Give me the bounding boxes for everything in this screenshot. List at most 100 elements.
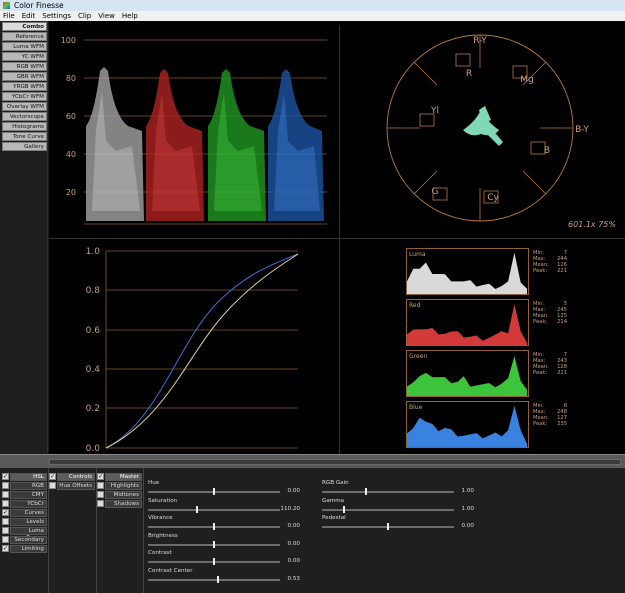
tonal-range-row: Highlights xyxy=(97,481,142,490)
slider-track[interactable] xyxy=(148,508,280,511)
scope-button-overlay-wfm[interactable]: Overlay WFM xyxy=(2,102,47,111)
stat-peak: Peak: 214 xyxy=(533,319,567,325)
correction-type-row: Secondary xyxy=(2,535,47,544)
list-separator xyxy=(143,468,144,593)
param-label: Gamma xyxy=(322,497,345,504)
tonal-range-button[interactable]: Master xyxy=(105,472,142,481)
control-mode-checkbox[interactable] xyxy=(49,482,56,489)
tone-curve-scope: 1.0 0.8 0.6 0.4 0.2 0.0 xyxy=(86,247,299,454)
correction-type-checkbox[interactable] xyxy=(2,518,9,525)
scope-button-rgb-wfm[interactable]: RGB WFM xyxy=(2,62,47,71)
scope-button-tone-curve[interactable]: Tone Curve xyxy=(2,132,47,141)
tonal-range-checkbox[interactable] xyxy=(97,491,104,498)
vectorscope-label-b: B xyxy=(544,146,550,156)
scope-divider-horizontal xyxy=(49,238,625,239)
slider-track[interactable] xyxy=(148,578,280,581)
slider-thumb[interactable] xyxy=(216,575,219,583)
scope-button-ycbcr-wfm[interactable]: YCbCr WFM xyxy=(2,92,47,101)
correction-type-row: RGB xyxy=(2,481,47,490)
param-value: 0.53 xyxy=(287,575,300,582)
splitter-scroll-track[interactable] xyxy=(49,459,621,465)
stat-label: Peak: xyxy=(533,370,548,376)
scope-button-histograms[interactable]: Histograms xyxy=(2,122,47,131)
slider-thumb[interactable] xyxy=(213,540,215,548)
scope-button-combo[interactable]: Combo xyxy=(2,22,47,31)
correction-type-button[interactable]: Levels xyxy=(10,517,47,526)
control-mode-list: ✓ Controls Hue Offsets xyxy=(49,472,95,490)
slider-track[interactable] xyxy=(322,491,454,493)
correction-type-row: Levels xyxy=(2,517,47,526)
tonal-range-checkbox[interactable] xyxy=(97,482,104,489)
correction-type-checkbox[interactable] xyxy=(2,500,9,507)
menu-file[interactable]: File xyxy=(3,11,15,21)
param-label: RGB Gain xyxy=(322,480,349,486)
correction-type-button[interactable]: Luma Range xyxy=(10,526,47,541)
scope-button-luma-wfm[interactable]: Luma WFM xyxy=(2,42,47,51)
histogram-stats: Min: 7 Max: 243 Mean: 128 Peak: 221 xyxy=(533,352,567,376)
correction-type-checkbox[interactable]: ✓ xyxy=(2,473,9,480)
slider-thumb[interactable] xyxy=(343,505,346,513)
param-vibrance: Vibrance 0.00 xyxy=(146,515,316,532)
vectorscope-label-yl: Yl xyxy=(430,106,439,116)
correction-type-checkbox[interactable]: ✓ xyxy=(2,509,9,516)
histogram-label: Green xyxy=(409,353,427,360)
correction-type-button[interactable]: Secondary xyxy=(10,535,47,544)
histogram-label: Red xyxy=(409,302,421,309)
menu-clip[interactable]: Clip xyxy=(78,11,91,21)
tonal-range-checkbox[interactable]: ✓ xyxy=(97,473,104,480)
stat-value: 214 xyxy=(557,319,567,325)
scope-button-gbr-wfm[interactable]: GBR WFM xyxy=(2,72,47,81)
slider-thumb[interactable] xyxy=(387,523,389,530)
correction-type-checkbox[interactable] xyxy=(2,491,9,498)
slider-thumb[interactable] xyxy=(213,488,215,495)
menu-edit[interactable]: Edit xyxy=(22,11,36,21)
correction-type-checkbox[interactable] xyxy=(2,536,9,543)
param-value: 0.00 xyxy=(461,523,474,529)
control-mode-checkbox[interactable]: ✓ xyxy=(49,473,56,480)
tonal-range-list: ✓ Master Highlights Midtones Shadows xyxy=(97,472,142,508)
control-mode-button[interactable]: Hue Offsets xyxy=(57,481,95,490)
panel-splitter[interactable] xyxy=(0,454,625,468)
vectorscope-label-r: R xyxy=(466,69,472,79)
slider-thumb[interactable] xyxy=(195,505,198,513)
tone-curve-master xyxy=(105,253,299,449)
slider-thumb[interactable] xyxy=(213,523,215,530)
menu-help[interactable]: Help xyxy=(122,11,138,21)
menu-view[interactable]: View xyxy=(98,11,115,21)
control-mode-button[interactable]: Controls xyxy=(57,472,95,481)
tonal-range-button[interactable]: Highlights xyxy=(105,481,142,490)
tonal-range-checkbox[interactable] xyxy=(97,500,104,507)
tone-curve-tick-0-2: 0.2 xyxy=(86,404,100,414)
param-value: 0.00 xyxy=(287,558,300,564)
vectorscope-label-cy: Cy xyxy=(487,193,499,203)
slider-thumb[interactable] xyxy=(364,488,367,495)
list-separator xyxy=(48,468,49,593)
scope-button-vectorscope[interactable]: Vectorscope xyxy=(2,112,47,121)
correction-type-checkbox[interactable] xyxy=(2,527,9,534)
slider-thumb[interactable] xyxy=(213,558,215,565)
scope-button-reference[interactable]: Reference xyxy=(2,32,47,41)
correction-type-button[interactable]: RGB xyxy=(10,481,47,490)
correction-type-button[interactable]: Limiting xyxy=(10,544,47,553)
correction-type-button[interactable]: CMY xyxy=(10,490,47,499)
correction-type-button[interactable]: HSL xyxy=(10,472,47,481)
param-label: Contrast xyxy=(148,550,172,556)
correction-type-checkbox[interactable]: ✓ xyxy=(2,545,9,552)
app-icon xyxy=(3,2,10,9)
scope-button-gallery[interactable]: Gallery xyxy=(2,142,47,151)
correction-type-button[interactable]: YCbCr xyxy=(10,499,47,508)
parameter-sliders: Hue 0.00 Saturation 110.20 Vibrance 0.00 Brigh… xyxy=(146,470,625,593)
vectorscope-trace xyxy=(463,106,503,146)
tonal-range-button[interactable]: Shadows xyxy=(105,499,142,508)
correction-type-button[interactable]: Curves xyxy=(10,508,47,517)
scope-button-yc-wfm[interactable]: YC WFM xyxy=(2,52,47,61)
stat-label: Peak: xyxy=(533,268,548,274)
menu-settings[interactable]: Settings xyxy=(42,11,71,21)
histogram-label: Blue xyxy=(409,404,423,411)
correction-type-checkbox[interactable] xyxy=(2,482,9,489)
scope-button-yrgb-wfm[interactable]: YRGB WFM xyxy=(2,82,47,91)
param-label: Vibrance xyxy=(148,515,173,521)
tonal-range-button[interactable]: Midtones xyxy=(105,490,142,499)
tone-curve-tick-1-0: 1.0 xyxy=(86,247,101,257)
slider-track[interactable] xyxy=(322,508,454,511)
